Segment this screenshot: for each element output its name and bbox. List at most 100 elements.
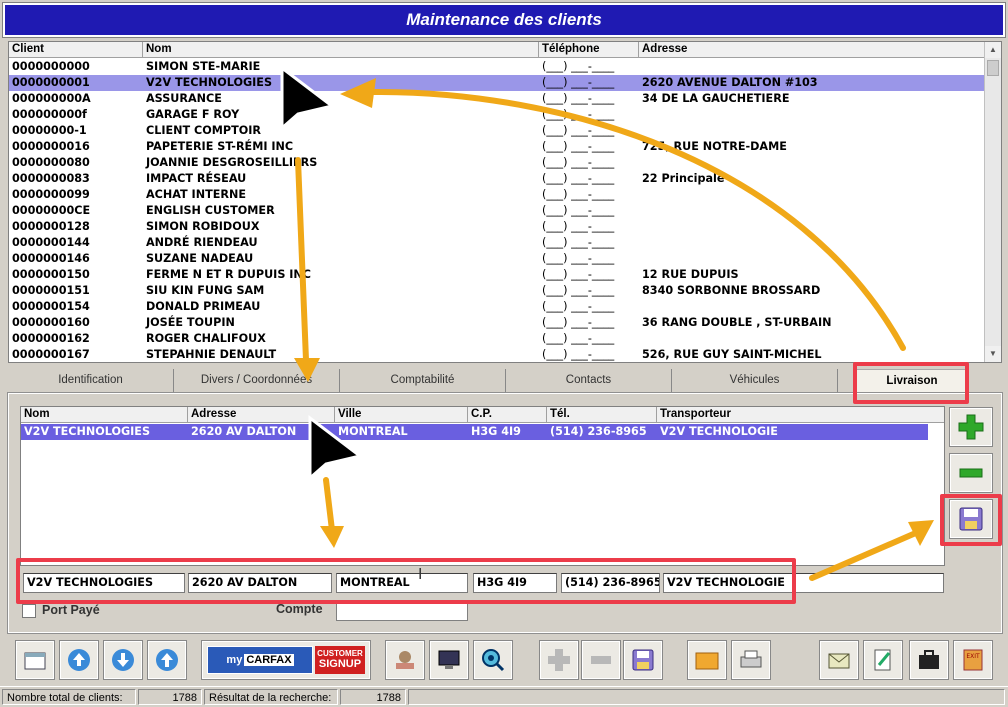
table-row[interactable]: 000000000A ASSURANCE (___) ___-____ 34 DE L… — [9, 91, 985, 107]
cell-client: 00000000-1 — [12, 124, 87, 137]
col-nom[interactable]: Nom — [21, 407, 188, 423]
col-telephone[interactable]: Téléphone — [539, 42, 639, 58]
cell-adresse: 2620 AVENUE DALTON #103 — [642, 76, 818, 89]
table-row[interactable]: 0000000080 JOANNIE DESGROSEILLIERS (___) _… — [9, 155, 985, 171]
cell-telephone: (___) ___-____ — [542, 156, 615, 169]
table-row[interactable]: 0000000146 SUZANE NADEAU (___) ___-____ — [9, 251, 985, 267]
col-nom[interactable]: Nom — [143, 42, 539, 58]
table-row[interactable]: 0000000162 ROGER CHALIFOUX (___) ___-____ — [9, 331, 985, 347]
cell-client: 0000000099 — [12, 188, 90, 201]
add-button[interactable] — [949, 407, 993, 447]
cell-telephone: (___) ___-____ — [542, 76, 615, 89]
cell-client: 0000000146 — [12, 252, 90, 265]
cell-client: 000000000f — [12, 108, 87, 121]
remove-button[interactable] — [949, 453, 993, 493]
table-row[interactable]: 0000000150 FERME N ET R DUPUIS INC (___) _… — [9, 267, 985, 283]
cell-client: 0000000001 — [12, 76, 90, 89]
cell-nom: ROGER CHALIFOUX — [146, 332, 266, 345]
floppy-disk-icon — [632, 649, 654, 671]
col-tel[interactable]: Tél. — [547, 407, 657, 423]
previous-button[interactable] — [147, 640, 187, 680]
save-toolbar-button[interactable] — [623, 640, 663, 680]
cell-nom: STEPAHNIE DENAULT — [146, 348, 277, 361]
cell-nom: JOANNIE DESGROSEILLIERS — [146, 156, 318, 169]
tab-vehicules[interactable]: Véhicules — [672, 369, 838, 393]
port-paye-checkbox[interactable] — [22, 604, 36, 618]
stamp-button[interactable] — [385, 640, 425, 680]
carfax-signup-button[interactable]: my CARFAX CUSTOMER SIGNUP — [201, 640, 371, 680]
table-row[interactable]: 0000000083 IMPACT RÉSEAU (___) ___-____ 22 … — [9, 171, 985, 187]
col-transporteur[interactable]: Transporteur — [657, 407, 928, 423]
tab-divers-coordonnees[interactable]: Divers / Coordonnées — [174, 369, 340, 393]
import-button[interactable] — [59, 640, 99, 680]
tab-comptabilite[interactable]: Comptabilité — [340, 369, 506, 393]
scroll-thumb[interactable] — [987, 60, 999, 76]
briefcase-button[interactable] — [909, 640, 949, 680]
print-button[interactable] — [731, 640, 771, 680]
cell-tel: (514) 236-8965 — [550, 425, 647, 438]
table-row[interactable]: 0000000144 ANDRÉ RIENDEAU (___) ___-____ — [9, 235, 985, 251]
monitor-button[interactable] — [429, 640, 469, 680]
livraison-grid[interactable]: Nom Adresse Ville C.P. Tél. Transporteur… — [20, 406, 945, 566]
table-row[interactable]: 00000000CE ENGLISH CUSTOMER (___) ___-____ — [9, 203, 985, 219]
table-row[interactable]: 0000000099 ACHAT INTERNE (___) ___-____ — [9, 187, 985, 203]
client-list[interactable]: Client Nom Téléphone Adresse 0000000000 S… — [8, 41, 1002, 363]
table-row[interactable]: 0000000016 PAPETERIE ST-RÉMI INC (___) ___… — [9, 139, 985, 155]
eye-search-icon — [482, 649, 505, 672]
cell-cp: H3G 4I9 — [471, 425, 521, 438]
col-adresse[interactable]: Adresse — [639, 42, 985, 58]
plus-icon — [548, 649, 570, 671]
col-cp[interactable]: C.P. — [468, 407, 547, 423]
mail-button[interactable] — [819, 640, 859, 680]
cell-adresse: 36 RANG DOUBLE , ST-URBAIN — [642, 316, 832, 329]
table-row[interactable]: 0000000167 STEPAHNIE DENAULT (___) ___-___… — [9, 347, 985, 363]
remove-disabled-button[interactable] — [581, 640, 621, 680]
briefcase-icon — [919, 650, 939, 669]
cell-ville: MONTREAL — [338, 425, 408, 438]
carfax-logo: my CARFAX — [207, 646, 313, 674]
table-row[interactable]: 0000000128 SIMON ROBIDOUX (___) ___-____ — [9, 219, 985, 235]
compte-field[interactable] — [336, 601, 468, 621]
col-ville[interactable]: Ville — [335, 407, 468, 423]
col-client[interactable]: Client — [9, 42, 143, 58]
table-row[interactable]: 0000000154 DONALD PRIMEAU (___) ___-____ — [9, 299, 985, 315]
open-button[interactable] — [15, 640, 55, 680]
arrow-up-circle-icon — [156, 649, 178, 671]
next-button[interactable] — [103, 640, 143, 680]
col-adresse[interactable]: Adresse — [188, 407, 335, 423]
cell-nom: IMPACT RÉSEAU — [146, 172, 247, 185]
client-list-scrollbar[interactable]: ▲ ▼ — [984, 42, 1001, 362]
table-row[interactable]: 0000000000 SIMON STE-MARIE (___) ___-____ — [9, 59, 985, 75]
cell-telephone: (___) ___-____ — [542, 92, 615, 105]
table-row[interactable]: 0000000160 JOSÉE TOUPIN (___) ___-____ 36 R… — [9, 315, 985, 331]
cell-client: 0000000167 — [12, 348, 90, 361]
cell-telephone: (___) ___-____ — [542, 236, 615, 249]
folder-button[interactable] — [687, 640, 727, 680]
cell-nom: SIMON STE-MARIE — [146, 60, 261, 73]
status-empty — [408, 689, 1005, 705]
total-value: 1788 — [138, 689, 202, 705]
table-row[interactable]: 000000000f GARAGE F ROY (___) ___-____ — [9, 107, 985, 123]
cell-client: 00000000CE — [12, 204, 91, 217]
table-row[interactable]: 0000000151 SIU KIN FUNG SAM (___) ___-____… — [9, 283, 985, 299]
livraison-row[interactable]: V2V TECHNOLOGIES 2620 AV DALTON MONTREAL… — [21, 424, 928, 440]
cell-client: 0000000150 — [12, 268, 90, 281]
printer-icon — [740, 650, 762, 668]
search-button[interactable] — [473, 640, 513, 680]
scroll-up-arrow-icon[interactable]: ▲ — [985, 42, 1001, 58]
add-disabled-button[interactable] — [539, 640, 579, 680]
exit-button[interactable]: EXIT — [953, 640, 993, 680]
cell-client: 0000000000 — [12, 60, 90, 73]
cell-client: 0000000016 — [12, 140, 90, 153]
table-row[interactable]: 00000000-1 CLIENT COMPTOIR (___) ___-____ — [9, 123, 985, 139]
scroll-down-arrow-icon[interactable]: ▼ — [985, 346, 1001, 362]
cell-nom: JOSÉE TOUPIN — [146, 316, 235, 329]
tab-identification[interactable]: Identification — [8, 369, 174, 393]
tab-contacts[interactable]: Contacts — [506, 369, 672, 393]
cell-adresse: 12 RUE DUPUIS — [642, 268, 739, 281]
cell-telephone: (___) ___-____ — [542, 268, 615, 281]
cell-nom: ENGLISH CUSTOMER — [146, 204, 275, 217]
client-rows: 0000000000 SIMON STE-MARIE (___) ___-____ 0… — [9, 59, 985, 363]
table-row[interactable]: 0000000001 V2V TECHNOLOGIES (___) ___-____… — [9, 75, 985, 91]
edit-document-button[interactable] — [863, 640, 903, 680]
